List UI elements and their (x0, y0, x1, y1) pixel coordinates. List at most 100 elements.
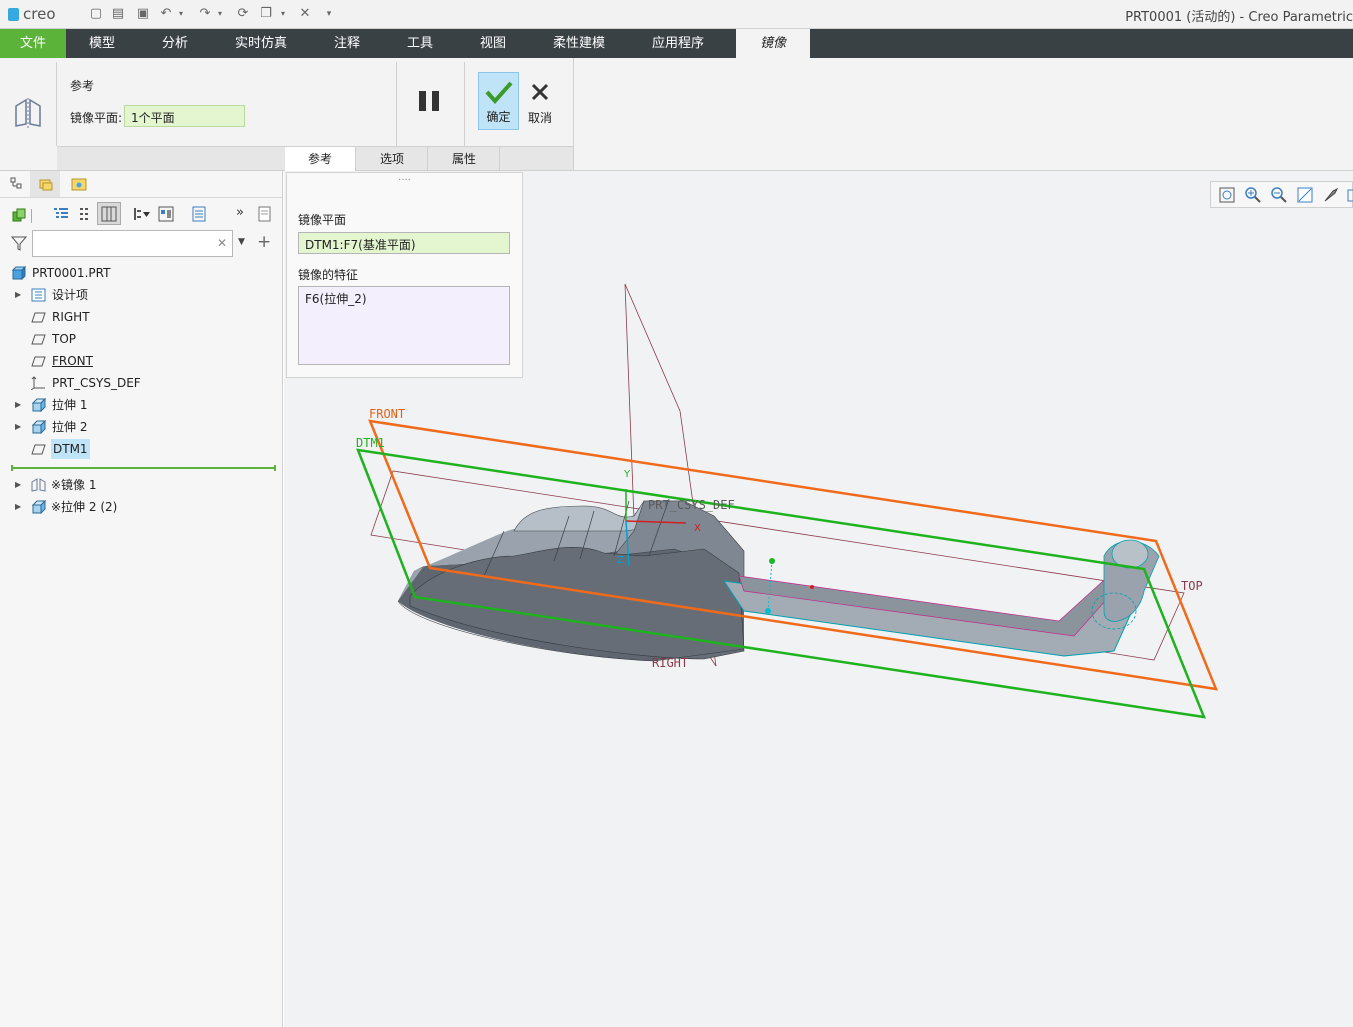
windows-dropdown-icon[interactable]: ▾ (278, 6, 288, 22)
datum-plane-icon (31, 334, 46, 345)
tree-item-label: PRT_CSYS_DEF (52, 376, 141, 390)
tab-options[interactable]: 选项 (357, 147, 428, 171)
view-toolbar (1210, 181, 1353, 208)
tree-report-icon[interactable] (257, 206, 273, 222)
tree-item-right[interactable]: RIGHT (0, 307, 200, 327)
tab-references[interactable]: 参考 (285, 147, 356, 171)
column-display-icon[interactable] (191, 206, 207, 222)
separator (31, 209, 32, 223)
menu-view[interactable]: 视图 (464, 29, 522, 58)
expand-arrow-icon[interactable]: ▶ (15, 497, 21, 517)
datum-plane-icon (31, 312, 46, 323)
cancel-button[interactable]: 取消 (522, 72, 558, 130)
tree-item-csys[interactable]: PRT_CSYS_DEF (0, 373, 200, 393)
redo-icon[interactable]: ↷ (197, 6, 213, 22)
part-icon (11, 266, 26, 280)
tree-item-label: 拉伸 1 (52, 398, 88, 412)
tree-item-design-items[interactable]: ▶ 设计项 (0, 285, 200, 305)
tree-list-icon[interactable] (53, 206, 69, 222)
search-dropdown-icon[interactable]: ▼ (238, 237, 245, 247)
tree-item-label: PRT0001.PRT (32, 266, 111, 280)
front-plane-tag[interactable]: FRONT (369, 407, 405, 421)
zoom-in-icon[interactable] (1245, 187, 1261, 203)
tree-columns-icon (101, 206, 117, 222)
windows-icon[interactable]: ❐ (258, 6, 274, 22)
dashboard-tabs: 参考 选项 属性 (57, 146, 573, 171)
datum-plane-icon (31, 444, 46, 455)
extrude-icon (31, 420, 46, 434)
save-icon[interactable]: ▣ (135, 6, 151, 22)
menu-analysis[interactable]: 分析 (146, 29, 204, 58)
mirror-plane-section-label: 镜像平面 (298, 213, 347, 227)
new-file-icon[interactable]: ▢ (88, 6, 104, 22)
title-bar: creo ▢ ▤ ▣ ↶ ▾ ↷ ▾ ⟳ ❐ ▾ ✕ ▾ PRT0001 (活动… (0, 0, 1353, 29)
favorites-icon[interactable] (71, 176, 87, 192)
tree-item-dtm1[interactable]: DTM1 (0, 439, 200, 459)
tree-item-mirror-1[interactable]: ▶ ※镜像 1 (0, 475, 200, 495)
tree-item-extrude-1[interactable]: ▶ 拉伸 1 (0, 395, 200, 415)
more-tools-icon[interactable]: » (236, 205, 244, 220)
menu-applications[interactable]: 应用程序 (640, 29, 716, 58)
tree-item-front[interactable]: FRONT (0, 351, 200, 371)
tree-item-top[interactable]: TOP (0, 329, 200, 349)
mirrored-features-collector[interactable]: F6(拉伸_2) (298, 286, 510, 365)
saved-views-icon[interactable] (1347, 187, 1353, 203)
filter-icon[interactable] (11, 235, 27, 251)
expand-arrow-icon[interactable]: ▶ (15, 417, 21, 437)
undo-dropdown-icon[interactable]: ▾ (176, 6, 186, 22)
expand-arrow-icon[interactable]: ▶ (15, 475, 21, 495)
insert-indicator[interactable] (11, 467, 276, 469)
design-items-icon (31, 288, 46, 302)
show-icon[interactable] (11, 207, 27, 223)
datum-plane-icon (31, 356, 46, 367)
extrude-icon (31, 398, 46, 412)
tree-item-extrude-2-copy[interactable]: ▶ ※拉伸 2 (2) (0, 497, 200, 517)
ok-button[interactable]: 确定 (478, 72, 519, 130)
top-plane-tag[interactable]: TOP (1181, 579, 1203, 593)
regenerate-icon[interactable]: ⟳ (235, 6, 251, 22)
ribbon-tab-bar: 文件 模型 分析 实时仿真 注释 工具 视图 柔性建模 应用程序 镜像 (0, 29, 1353, 58)
mirror-feature-icon (15, 98, 41, 128)
menu-live-simulation[interactable]: 实时仿真 (224, 29, 298, 58)
add-filter-icon[interactable]: + (257, 232, 271, 252)
tree-settings-icon[interactable] (158, 206, 174, 222)
menu-mirror[interactable]: 镜像 (736, 29, 810, 58)
close-window-icon[interactable]: ✕ (297, 6, 313, 22)
clear-search-icon[interactable]: ✕ (217, 236, 227, 250)
mirror-plane-collector[interactable]: 1个平面 (124, 105, 245, 127)
menu-flexible-modeling[interactable]: 柔性建模 (540, 29, 618, 58)
redo-dropdown-icon[interactable]: ▾ (215, 6, 225, 22)
mirror-plane-collector-field[interactable]: DTM1:F7(基准平面) (298, 232, 510, 254)
zoom-out-icon[interactable] (1271, 187, 1287, 203)
customize-toolbar-icon[interactable]: ▾ (321, 6, 337, 22)
csys-tag[interactable]: PRT_CSYS_DEF (648, 498, 735, 512)
tree-columns-button[interactable] (97, 202, 121, 225)
tree-search-input[interactable]: ✕ (32, 230, 233, 257)
right-plane-tag[interactable]: RIGHT (652, 656, 688, 670)
panel-grip[interactable]: .... (287, 173, 522, 183)
tab-properties[interactable]: 属性 (429, 147, 500, 171)
menu-annotate[interactable]: 注释 (318, 29, 376, 58)
tree-filter-icon[interactable] (133, 206, 151, 222)
tree-item-extrude-2[interactable]: ▶ 拉伸 2 (0, 417, 200, 437)
display-style-icon[interactable] (1323, 187, 1339, 203)
open-file-icon[interactable]: ▤ (110, 6, 126, 22)
menu-file[interactable]: 文件 (0, 29, 66, 58)
tree-layers-icon[interactable] (77, 206, 93, 222)
model-tree-tab-icon[interactable] (9, 176, 25, 192)
pause-icon[interactable] (417, 89, 443, 113)
menu-tools[interactable]: 工具 (391, 29, 449, 58)
expand-arrow-icon[interactable]: ▶ (15, 285, 21, 305)
repaint-icon[interactable] (1297, 187, 1313, 203)
tree-item-label: 拉伸 2 (52, 420, 88, 434)
model-tree-panel: » ✕ ▼ + PRT0001.PRT ▶ 设计项 RIGHT TOP FRON… (0, 171, 283, 1027)
refit-icon[interactable] (1219, 187, 1235, 203)
undo-icon[interactable]: ↶ (158, 6, 174, 22)
menu-model[interactable]: 模型 (73, 29, 131, 58)
folder-browser-icon[interactable] (38, 176, 54, 192)
dtm1-plane-tag[interactable]: DTM1 (356, 436, 385, 450)
tree-item-label: FRONT (52, 354, 93, 368)
insert-indicator-cap (11, 465, 13, 471)
expand-arrow-icon[interactable]: ▶ (15, 395, 21, 415)
tree-item-root[interactable]: PRT0001.PRT (0, 263, 200, 283)
